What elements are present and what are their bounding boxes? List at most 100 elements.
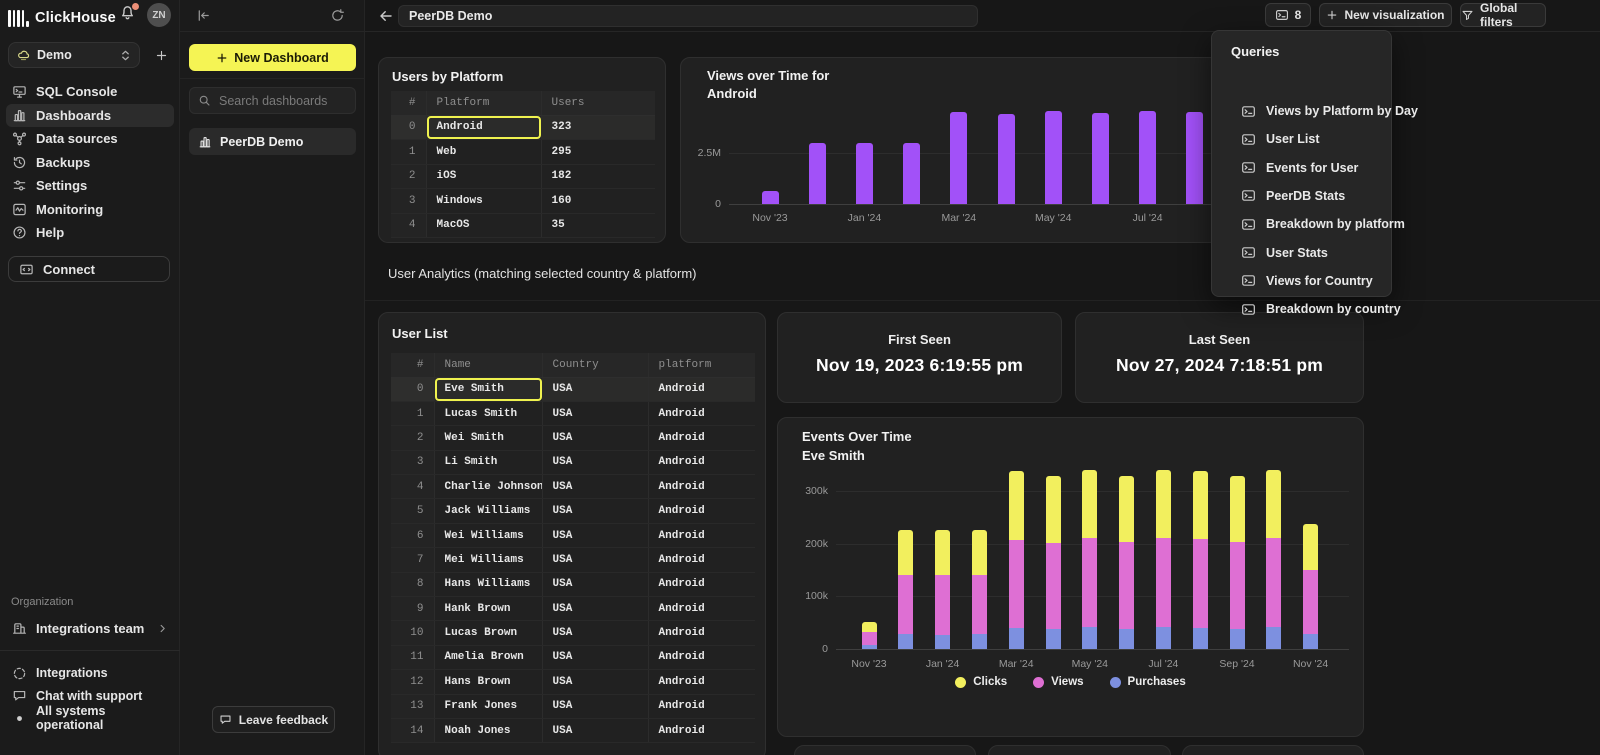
table-cell[interactable]: Android (648, 523, 755, 547)
bar-Mar '24[interactable] (950, 112, 967, 204)
table-cell[interactable]: Amelia Brown (434, 645, 542, 669)
table-cell[interactable]: USA (542, 572, 648, 596)
table-cell[interactable]: USA (542, 621, 648, 645)
table-cell[interactable]: Web (426, 140, 541, 165)
table-cell[interactable]: Hans Brown (434, 670, 542, 694)
query-item[interactable]: User List (1241, 129, 1320, 149)
avatar[interactable]: ZN (147, 3, 171, 27)
stacked-bar-Feb '24[interactable] (972, 530, 987, 649)
table-cell[interactable]: 182 (541, 164, 655, 189)
stacked-bar-Jul '24[interactable] (1156, 470, 1171, 649)
footer-item-integrations[interactable]: Integrations (6, 662, 174, 685)
collapse-panel-icon[interactable] (196, 8, 214, 26)
query-item[interactable]: Breakdown by platform (1241, 214, 1405, 234)
table-cell[interactable]: Wei Williams (434, 523, 542, 547)
table-cell[interactable]: USA (542, 670, 648, 694)
bar-Dec '23[interactable] (809, 143, 826, 204)
sidebar-item-dashboards[interactable]: Dashboards (6, 104, 174, 128)
table-cell[interactable]: Android (648, 548, 755, 572)
table-cell[interactable]: Android (648, 597, 755, 621)
dashboard-title-input[interactable] (399, 6, 977, 26)
table-cell[interactable]: Noah Jones (434, 718, 542, 742)
table-cell[interactable]: USA (542, 718, 648, 742)
sidebar-item-monitoring[interactable]: Monitoring (6, 198, 174, 222)
bar-Jun '24[interactable] (1092, 113, 1109, 204)
query-item[interactable]: Views by Platform by Day (1241, 101, 1418, 121)
bar-May '24[interactable] (1045, 111, 1062, 204)
table-cell[interactable]: Android (648, 621, 755, 645)
table-cell[interactable]: MacOS (426, 213, 541, 238)
back-arrow-icon[interactable] (378, 8, 394, 24)
query-item[interactable]: Breakdown by country (1241, 299, 1401, 319)
stacked-bar-Dec '23[interactable] (898, 530, 913, 649)
dashboard-list-item[interactable]: PeerDB Demo (189, 128, 356, 155)
stacked-bar-Oct '24[interactable] (1266, 470, 1281, 649)
table-cell[interactable]: 35 (541, 213, 655, 238)
table-cell[interactable]: 323 (541, 115, 655, 140)
query-item[interactable]: User Stats (1241, 243, 1328, 263)
table-cell[interactable]: 160 (541, 189, 655, 214)
sidebar-item-backups[interactable]: Backups (6, 151, 174, 175)
table-cell[interactable]: Android (648, 450, 755, 474)
table-cell[interactable]: Charlie Johnson (434, 475, 542, 499)
sidebar-item-help[interactable]: Help (6, 221, 174, 245)
legend-item-views[interactable]: Views (1033, 676, 1083, 688)
search-input[interactable] (217, 93, 347, 109)
table-cell[interactable]: Android (648, 499, 755, 523)
notifications-bell-icon[interactable] (119, 4, 139, 24)
table-cell[interactable]: Frank Jones (434, 694, 542, 718)
table-cell[interactable]: Android (648, 718, 755, 742)
legend-item-purchases[interactable]: Purchases (1110, 676, 1186, 688)
bar-Nov '23[interactable] (762, 191, 779, 204)
stacked-bar-Nov '24[interactable] (1303, 524, 1318, 649)
query-item[interactable]: Views for Country (1241, 271, 1373, 291)
stacked-bar-Jan '24[interactable] (935, 530, 950, 649)
queries-count-button[interactable]: 8 (1265, 3, 1311, 27)
table-cell[interactable]: Android (648, 572, 755, 596)
table-cell[interactable]: USA (542, 426, 648, 450)
table-cell[interactable]: USA (542, 694, 648, 718)
stacked-bar-Jun '24[interactable] (1119, 476, 1134, 649)
table-cell[interactable]: Android (648, 401, 755, 425)
table-cell[interactable]: USA (542, 499, 648, 523)
stacked-bar-May '24[interactable] (1082, 470, 1097, 649)
table-cell[interactable]: Hank Brown (434, 597, 542, 621)
connect-button[interactable]: Connect (8, 256, 170, 282)
table-cell[interactable]: Lucas Smith (434, 401, 542, 425)
new-dashboard-button[interactable]: New Dashboard (189, 44, 356, 71)
footer-item-all-systems-operational[interactable]: All systems operational (6, 707, 174, 730)
bar-Jul '24[interactable] (1139, 111, 1156, 204)
query-item[interactable]: Events for User (1241, 158, 1358, 178)
table-cell[interactable]: Android (648, 694, 755, 718)
sidebar-item-sql-console[interactable]: SQL Console (6, 80, 174, 104)
table-cell[interactable]: USA (542, 597, 648, 621)
global-filters-button[interactable]: Global filters (1460, 3, 1546, 27)
dashboard-title-field[interactable] (398, 5, 978, 27)
table-cell[interactable]: iOS (426, 164, 541, 189)
table-cell[interactable]: Mei Williams (434, 548, 542, 572)
bar-Feb '24[interactable] (903, 143, 920, 204)
leave-feedback-button[interactable]: Leave feedback (212, 706, 335, 733)
query-item[interactable]: PeerDB Stats (1241, 186, 1345, 206)
table-cell[interactable]: Windows (426, 189, 541, 214)
bar-Aug '24[interactable] (1186, 112, 1203, 204)
table-cell[interactable]: USA (542, 645, 648, 669)
table-cell[interactable]: Android (426, 115, 541, 140)
table-cell[interactable]: USA (542, 377, 648, 401)
table-cell[interactable]: 295 (541, 140, 655, 165)
table-cell[interactable]: USA (542, 523, 648, 547)
stacked-bar-Sep '24[interactable] (1230, 476, 1245, 649)
table-cell[interactable]: Li Smith (434, 450, 542, 474)
table-cell[interactable]: Android (648, 475, 755, 499)
refresh-icon[interactable] (330, 8, 348, 26)
table-cell[interactable]: Hans Williams (434, 572, 542, 596)
stacked-bar-Aug '24[interactable] (1193, 471, 1208, 649)
stacked-bar-Nov '23[interactable] (862, 622, 877, 649)
new-visualization-button[interactable]: New visualization (1319, 3, 1452, 27)
workspace-select[interactable]: Demo (8, 42, 140, 68)
table-cell[interactable]: USA (542, 401, 648, 425)
table-cell[interactable]: USA (542, 450, 648, 474)
stacked-bar-Apr '24[interactable] (1046, 476, 1061, 649)
sidebar-item-settings[interactable]: Settings (6, 174, 174, 198)
legend-item-clicks[interactable]: Clicks (955, 676, 1007, 688)
